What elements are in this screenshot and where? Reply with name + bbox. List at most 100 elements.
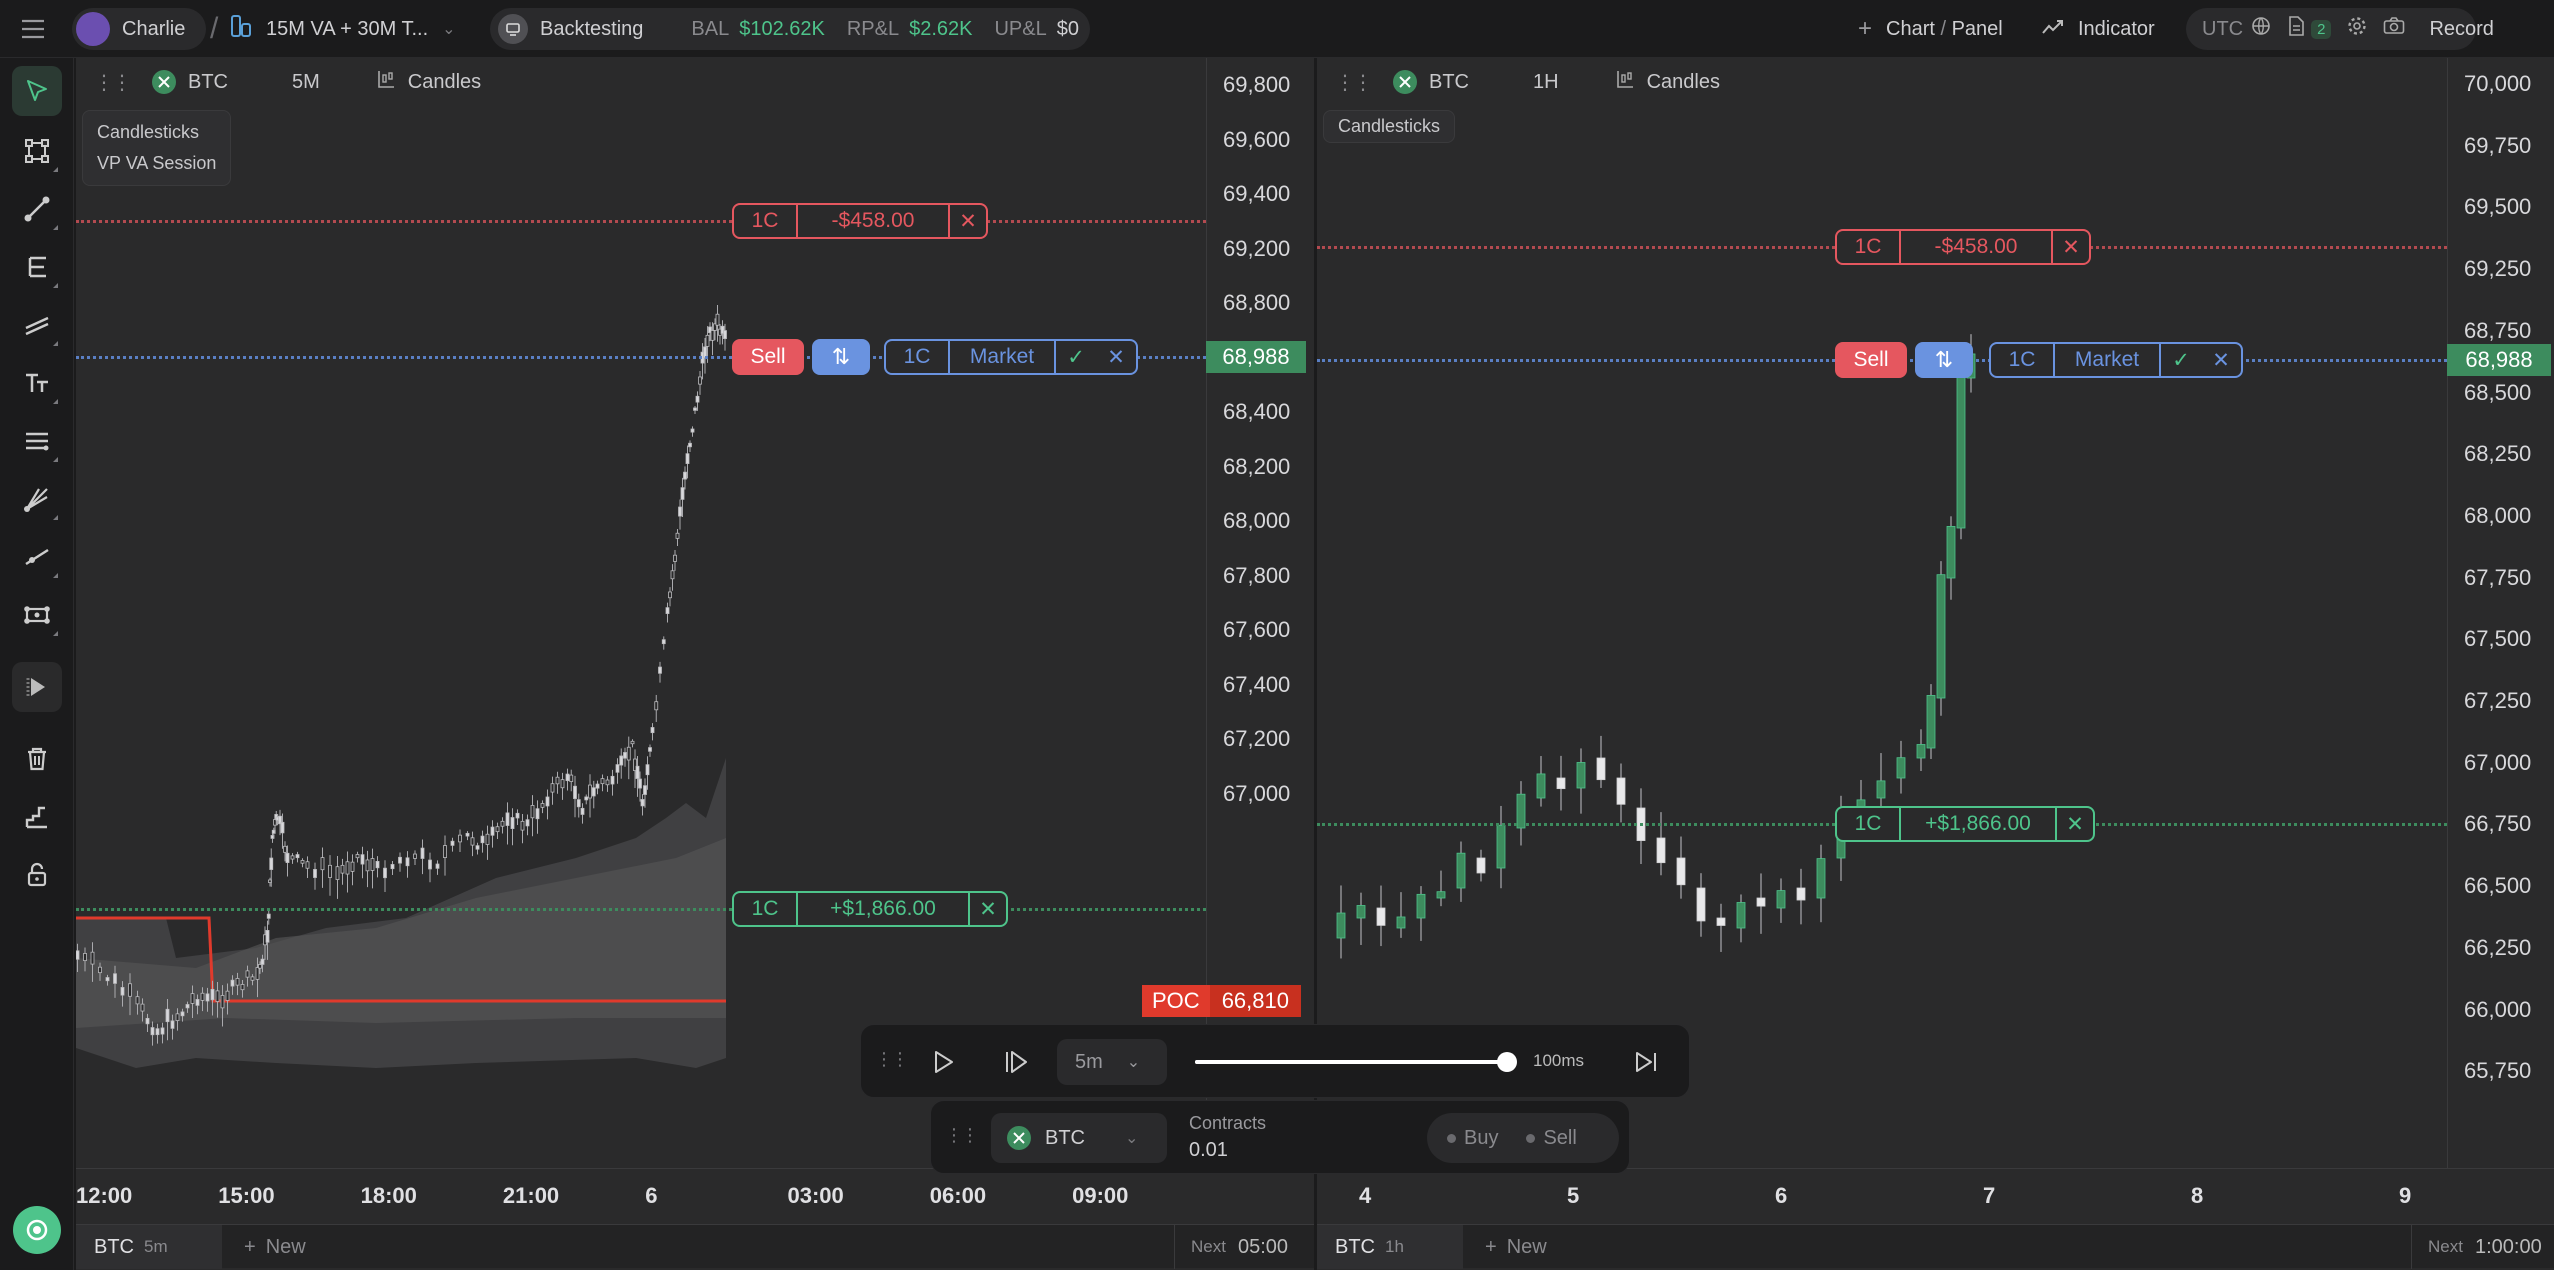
cursor-icon[interactable] — [12, 66, 62, 116]
price-axis[interactable]: 70,000 69,750 69,500 69,250 68,750 68,500 68,2… — [2447, 58, 2554, 1168]
replay-icon[interactable] — [12, 662, 62, 712]
timezone-label[interactable]: UTC — [2202, 18, 2243, 41]
fibonacci-icon[interactable] — [12, 242, 62, 292]
time-axis[interactable]: 4 5 6 7 8 9 — [1317, 1168, 2554, 1224]
confirm-order-button[interactable]: ✓ — [1056, 341, 1096, 373]
speed-slider-thumb[interactable] — [1496, 1052, 1517, 1072]
layout-selector[interactable]: 15M VA + 30M T... ⌄ — [230, 0, 456, 58]
trade-symbol-selector[interactable]: BTC ⌄ — [991, 1113, 1167, 1163]
chart-label: Chart — [1886, 17, 1935, 40]
logo-icon[interactable] — [13, 1206, 61, 1254]
contracts-input[interactable]: 0.01 — [1189, 1139, 1228, 1162]
buy-option[interactable]: Buy — [1447, 1127, 1498, 1150]
backtest-icon — [498, 14, 528, 44]
order-qty: 1C — [1991, 344, 2055, 376]
new-tab-button[interactable]: + New — [244, 1225, 306, 1269]
timeframe-selector[interactable]: 5M — [292, 71, 320, 94]
ruler-icon[interactable] — [12, 792, 62, 842]
trendline-icon[interactable] — [12, 184, 62, 234]
tab-btc-1h[interactable]: BTC 1h — [1317, 1225, 1463, 1269]
gear-icon[interactable] — [2347, 16, 2367, 42]
interval-selector[interactable]: 5m ⌄ — [1057, 1039, 1167, 1085]
symbol-selector[interactable]: BTC — [188, 71, 228, 94]
step-forward-icon[interactable] — [1003, 1049, 1029, 1080]
price-chart-5m[interactable] — [76, 58, 1206, 1168]
swap-direction-button[interactable]: ⇅ — [1915, 342, 1973, 378]
symbol-selector[interactable]: BTC — [1429, 71, 1469, 94]
time-tick: 15:00 — [218, 1183, 275, 1208]
skip-to-end-icon[interactable] — [1633, 1049, 1659, 1080]
drag-handle-icon[interactable]: ⋮⋮ — [94, 70, 132, 95]
sell-label: Sell — [1543, 1126, 1577, 1149]
ray-icon[interactable] — [12, 532, 62, 582]
speed-slider[interactable] — [1195, 1052, 1517, 1072]
chart-type-selector[interactable]: Candles — [408, 71, 481, 94]
poc-price: 66,810 — [1209, 985, 1301, 1017]
camera-icon[interactable] — [2383, 17, 2405, 41]
lock-icon[interactable] — [12, 850, 62, 900]
close-order-button[interactable]: ✕ — [950, 205, 986, 237]
price-tick: 69,800 — [1223, 72, 1291, 97]
notes-icon[interactable] — [2287, 16, 2305, 42]
indicator-legend[interactable]: Candlesticks VP VA Session — [82, 110, 232, 186]
legend-item-candlesticks[interactable]: Candlesticks — [97, 117, 216, 148]
drag-handle-icon[interactable]: ⋮⋮ — [1335, 70, 1373, 95]
cancel-order-button[interactable]: ✕ — [1096, 341, 1136, 373]
loss-order-label[interactable]: 1C -$458.00 ✕ — [1835, 229, 2091, 265]
candle-body — [465, 832, 470, 837]
pending-order-label[interactable]: 1C Market ✓ ✕ — [884, 339, 1138, 375]
pattern-icon[interactable] — [12, 590, 62, 640]
candle-body — [170, 1020, 175, 1029]
timeframe-selector[interactable]: 1H — [1533, 71, 1559, 94]
parallel-lines-icon[interactable] — [12, 300, 62, 350]
radio-dot-icon — [1447, 1133, 1456, 1143]
contracts-label: Contracts — [1189, 1113, 1267, 1133]
profit-order-label[interactable]: 1C +$1,866.00 ✕ — [732, 891, 1008, 927]
indicator-label: Indicator — [2078, 17, 2155, 40]
drag-handle-icon[interactable]: ⋮⋮ — [875, 1049, 909, 1070]
close-order-button[interactable]: ✕ — [2053, 231, 2089, 263]
record-button[interactable]: Record — [2429, 18, 2493, 41]
drag-handle-icon[interactable]: ⋮⋮ — [945, 1125, 979, 1146]
selection-icon[interactable] — [12, 126, 62, 176]
text-icon[interactable] — [12, 358, 62, 408]
playback-controls: ⋮⋮ 5m ⌄ 100ms — [860, 1024, 1690, 1098]
globe-icon[interactable] — [2251, 16, 2271, 42]
order-type[interactable]: Market — [950, 341, 1056, 373]
cancel-order-button[interactable]: ✕ — [2201, 344, 2241, 376]
user-menu[interactable]: Charlie — [72, 8, 206, 50]
confirm-order-button[interactable]: ✓ — [2161, 344, 2201, 376]
pitchfork-icon[interactable] — [12, 474, 62, 524]
candle-body — [623, 752, 627, 759]
sell-button[interactable]: Sell — [1835, 342, 1907, 378]
legend-item-vp-va-session[interactable]: VP VA Session — [97, 148, 216, 179]
hamburger-menu-icon[interactable] — [20, 0, 46, 58]
play-icon[interactable] — [931, 1049, 955, 1080]
pending-order-label[interactable]: 1C Market ✓ ✕ — [1989, 342, 2243, 378]
order-type[interactable]: Market — [2055, 344, 2161, 376]
candle-body — [370, 858, 375, 871]
candle-body — [569, 774, 574, 782]
swap-direction-button[interactable]: ⇅ — [812, 339, 870, 375]
chart-type-selector[interactable]: Candles — [1647, 71, 1720, 94]
multi-line-icon[interactable] — [12, 416, 62, 466]
loss-order-label[interactable]: 1C -$458.00 ✕ — [732, 203, 988, 239]
sell-option[interactable]: Sell — [1526, 1126, 1577, 1150]
btc-symbol-icon — [1007, 1126, 1031, 1150]
time-axis[interactable]: 12:00 15:00 18:00 21:00 6 03:00 06:00 09:00 — [76, 1168, 1314, 1224]
candle-body — [290, 855, 295, 860]
legend-item-candlesticks[interactable]: Candlesticks — [1338, 111, 1440, 142]
add-chart-panel-button[interactable]: + Chart / Panel — [1858, 0, 2003, 58]
close-order-button[interactable]: ✕ — [2057, 808, 2093, 840]
price-chart-1h[interactable] — [1317, 58, 2447, 1168]
profit-order-label[interactable]: 1C +$1,866.00 ✕ — [1835, 806, 2095, 842]
candle-body — [383, 867, 387, 879]
new-tab-button[interactable]: + New — [1485, 1225, 1547, 1269]
close-order-button[interactable]: ✕ — [970, 893, 1006, 925]
tab-btc-5m[interactable]: BTC 5m — [76, 1225, 222, 1269]
trash-icon[interactable] — [12, 734, 62, 784]
candle-body — [555, 776, 560, 785]
sell-button[interactable]: Sell — [732, 339, 804, 375]
indicator-legend[interactable]: Candlesticks — [1323, 110, 1456, 143]
indicator-button[interactable]: Indicator — [2042, 0, 2155, 58]
